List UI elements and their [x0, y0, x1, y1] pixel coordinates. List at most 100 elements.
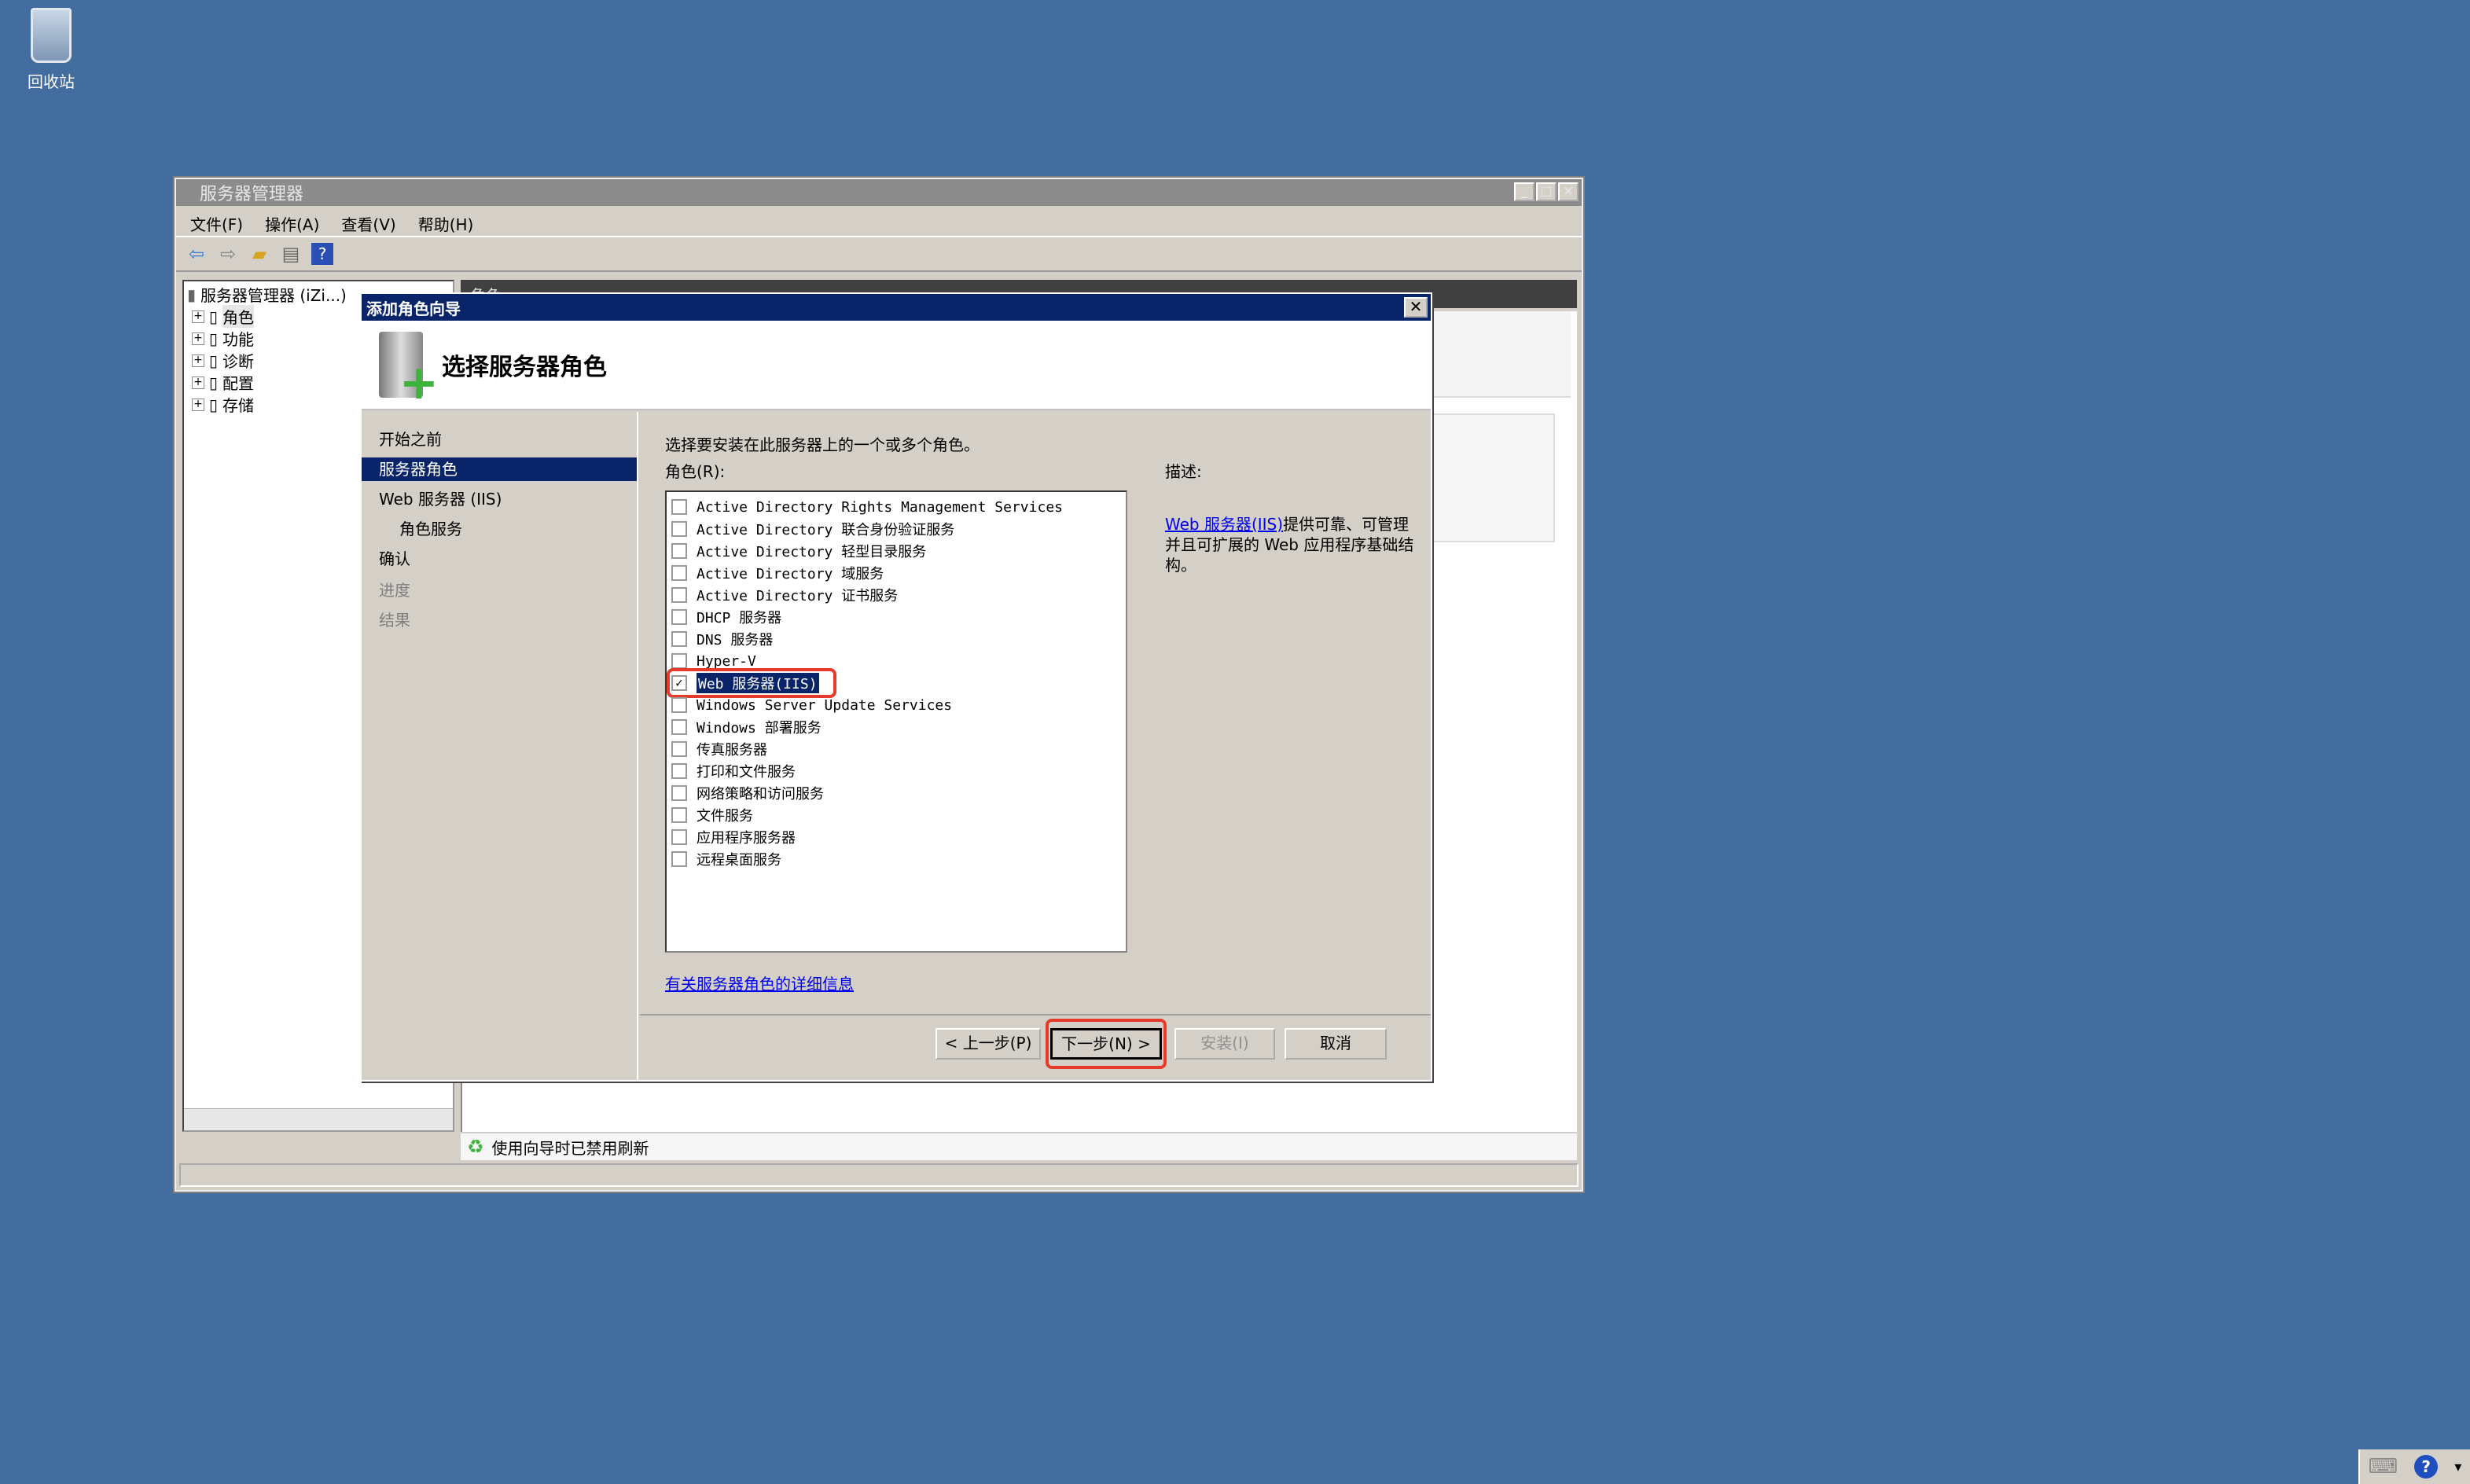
back-button[interactable]: < 上一步(P) [935, 1028, 1041, 1060]
close-button[interactable]: × [1558, 182, 1579, 201]
tree-item-roles[interactable]: + ▯ 角色 [192, 305, 255, 328]
nav-web-server-iis[interactable]: Web 服务器 (IIS) [362, 487, 637, 511]
role-checkbox[interactable] [671, 609, 687, 625]
role-label: Active Directory 证书服务 [697, 588, 899, 604]
role-item[interactable]: Active Directory 联合身份验证服务 [671, 519, 954, 539]
tree-item-configuration[interactable]: + ▯ 配置 [192, 371, 254, 394]
role-item[interactable]: Active Directory 域服务 [671, 563, 884, 583]
status-bar [179, 1163, 1579, 1187]
nav-role-services[interactable]: 角色服务 [362, 517, 637, 541]
help-icon[interactable]: ? [2414, 1455, 2439, 1478]
role-item[interactable]: 文件服务 [671, 805, 753, 825]
role-label: 远程桌面服务 [697, 852, 781, 869]
tree-root-label: 服务器管理器 (iZi...) [200, 286, 347, 305]
cancel-button[interactable]: 取消 [1285, 1028, 1387, 1060]
role-checkbox[interactable] [671, 697, 687, 713]
expand-icon[interactable]: + [192, 376, 204, 389]
role-item[interactable]: Active Directory Rights Management Servi… [671, 497, 1063, 517]
back-arrow-icon[interactable]: ⇦ [186, 243, 208, 265]
role-checkbox[interactable] [671, 851, 687, 867]
tree-item-label: 功能 [222, 330, 255, 349]
role-checkbox[interactable] [671, 653, 687, 669]
expand-icon[interactable]: + [192, 398, 204, 411]
roles-listbox[interactable]: Active Directory Rights Management Servi… [665, 490, 1127, 953]
maximize-button[interactable]: □ [1536, 182, 1557, 201]
role-item[interactable]: Windows 部署服务 [671, 717, 821, 737]
role-item[interactable]: 远程桌面服务 [671, 849, 781, 869]
role-label: 传真服务器 [697, 742, 767, 759]
configuration-icon: ▯ [209, 373, 219, 392]
menu-bar: 文件(F) 操作(A) 查看(V) 帮助(H) [176, 206, 1582, 237]
tree-root[interactable]: ▮ 服务器管理器 (iZi...) [187, 283, 347, 306]
role-item[interactable]: DNS 服务器 [671, 629, 773, 649]
up-folder-icon[interactable]: ▰ [248, 243, 270, 265]
separator [640, 1014, 1431, 1016]
menu-help[interactable]: 帮助(H) [418, 212, 474, 234]
page-title: 选择服务器角色 [442, 354, 607, 381]
role-item[interactable]: DHCP 服务器 [671, 607, 781, 627]
expand-icon[interactable]: + [192, 354, 204, 367]
help-icon[interactable]: ? [311, 243, 333, 265]
role-item[interactable]: 网络策略和访问服务 [671, 783, 824, 803]
role-checkbox[interactable] [671, 631, 687, 647]
role-item[interactable]: 传真服务器 [671, 739, 767, 759]
tree-item-storage[interactable]: + ▯ 存储 [192, 393, 254, 416]
horizontal-scrollbar[interactable] [184, 1108, 453, 1130]
nav-server-roles[interactable]: 服务器角色 [362, 457, 637, 481]
role-checkbox[interactable] [671, 587, 687, 603]
dialog-close-button[interactable]: ✕ [1404, 297, 1428, 318]
menu-file[interactable]: 文件(F) [190, 212, 243, 234]
role-label: DNS 服务器 [697, 632, 774, 648]
tree-item-label: 诊断 [222, 352, 255, 371]
next-button-highlight [1046, 1019, 1167, 1069]
role-label: Active Directory 域服务 [697, 566, 884, 582]
role-checkbox[interactable] [671, 499, 687, 515]
wizard-nav: 开始之前 服务器角色 Web 服务器 (IIS) 角色服务 确认 进度 结果 [362, 412, 638, 1080]
window-titlebar[interactable]: 服务器管理器 _ □ × [176, 179, 1582, 206]
role-label: 应用程序服务器 [697, 830, 796, 847]
role-label: Hyper-V [697, 652, 756, 670]
dialog-titlebar[interactable]: 添加角色向导 ✕ [362, 294, 1431, 321]
storage-icon: ▯ [209, 395, 219, 414]
tree-item-features[interactable]: + ▯ 功能 [192, 327, 254, 350]
dialog-title: 添加角色向导 [366, 299, 461, 318]
role-checkbox[interactable] [671, 719, 687, 735]
more-info-link[interactable]: 有关服务器角色的详细信息 [665, 972, 854, 994]
role-checkbox[interactable] [671, 829, 687, 845]
tree-item-diagnostics[interactable]: + ▯ 诊断 [192, 349, 254, 372]
role-item[interactable]: Active Directory 轻型目录服务 [671, 541, 926, 561]
role-item[interactable]: Windows Server Update Services [671, 695, 952, 715]
role-checkbox[interactable] [671, 741, 687, 757]
role-checkbox[interactable] [671, 785, 687, 801]
role-label: 文件服务 [697, 808, 753, 825]
diagnostics-icon: ▯ [209, 351, 219, 370]
menu-action[interactable]: 操作(A) [265, 212, 319, 234]
role-item[interactable]: Active Directory 证书服务 [671, 585, 898, 605]
role-checkbox[interactable] [671, 565, 687, 581]
role-label: 网络策略和访问服务 [697, 786, 824, 803]
role-checkbox[interactable] [671, 763, 687, 779]
role-checkbox[interactable] [671, 807, 687, 823]
nav-confirmation[interactable]: 确认 [362, 547, 637, 571]
roles-label: 角色(R): [665, 462, 726, 481]
keyboard-icon[interactable]: ⌨ [2369, 1455, 2398, 1478]
overflow-chevron-icon[interactable]: ▾ [2454, 1459, 2461, 1475]
forward-arrow-icon[interactable]: ⇨ [217, 243, 239, 265]
install-button: 安装(I) [1174, 1028, 1275, 1060]
role-item[interactable]: 应用程序服务器 [671, 827, 796, 847]
recycle-bin[interactable]: 回收站 [16, 8, 86, 92]
expand-icon[interactable]: + [192, 332, 204, 345]
server-icon: ▮ [187, 285, 197, 304]
wizard-content: 选择要安装在此服务器上的一个或多个角色。 角色(R): Active Direc… [640, 412, 1431, 1080]
minimize-button[interactable]: _ [1514, 182, 1535, 201]
role-checkbox[interactable] [671, 543, 687, 559]
role-label: Windows Server Update Services [697, 696, 953, 714]
description-link[interactable]: Web 服务器(IIS) [1165, 515, 1283, 534]
role-item[interactable]: 打印和文件服务 [671, 761, 796, 781]
show-hide-tree-icon[interactable]: ▤ [280, 243, 302, 265]
description: Web 服务器(IIS)提供可靠、可管理并且可扩展的 Web 应用程序基础结构。 [1165, 514, 1424, 575]
expand-icon[interactable]: + [192, 310, 204, 323]
nav-before-you-begin[interactable]: 开始之前 [362, 428, 637, 451]
role-checkbox[interactable] [671, 521, 687, 537]
menu-view[interactable]: 查看(V) [341, 212, 395, 234]
